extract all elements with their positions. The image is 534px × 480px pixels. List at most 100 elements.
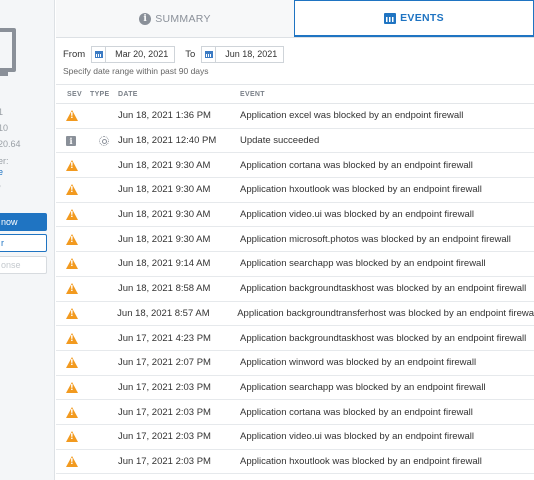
tab-events[interactable]: EVENTS [294,0,534,37]
warning-icon [66,233,78,245]
table-row[interactable]: Jun 17, 2021 2:03 PM Application cortana … [56,400,534,425]
event-cell: Application microsoft.photos was blocked… [240,233,511,245]
warning-icon [66,431,78,443]
device-meta-3: 20.64 [0,139,21,149]
sev-cell [56,307,90,319]
date-cell: Jun 17, 2021 2:03 PM [118,455,211,467]
tab-summary[interactable]: i SUMMARY [56,0,294,37]
event-cell: Application video.ui was blocked by an e… [240,209,474,221]
from-label: From [63,48,86,60]
warning-icon [66,283,78,295]
warning-icon [66,209,78,221]
event-cell: Application excel was blocked by an endp… [240,110,464,122]
device-meta-link[interactable]: e [0,167,3,177]
table-row[interactable]: Jun 17, 2021 4:23 PM Application backgrou… [56,326,534,351]
col-type[interactable]: TYPE [90,91,117,98]
event-cell: Application cortana was blocked by an en… [240,406,473,418]
primary-action-button[interactable]: now [0,213,47,231]
sev-cell [56,431,90,443]
disabled-action-button: onse [0,256,47,274]
col-sev[interactable]: SEV [56,91,90,98]
sev-cell [56,110,90,122]
date-cell: Jun 17, 2021 2:03 PM [118,406,211,418]
sev-cell [56,184,90,196]
computer-icon [0,28,16,72]
sev-cell [56,159,90,171]
date-cell: Jun 18, 2021 8:57 AM [117,307,210,319]
table-row[interactable]: Jun 18, 2021 8:57 AM Application backgrou… [56,302,534,327]
date-cell: Jun 18, 2021 12:40 PM [118,135,217,147]
table-row[interactable]: Jun 18, 2021 9:30 AM Application cortana … [56,153,534,179]
warning-icon [66,258,78,270]
secondary-action-button[interactable]: r [0,234,47,252]
device-meta-1: 1 [0,107,3,117]
tab-events-label: EVENTS [400,12,444,24]
date-cell: Jun 17, 2021 2:03 PM [118,431,211,443]
warning-icon [66,184,78,196]
date-cell: Jun 18, 2021 1:36 PM [118,110,211,122]
events-table-header: SEV TYPE DATE EVENT [56,84,534,104]
date-filter: From Mar 20, 2021 To Jun 18, 2021 [63,45,294,63]
event-cell: Application hxoutlook was blocked by an … [240,184,482,196]
col-date[interactable]: DATE [117,91,240,98]
date-cell: Jun 18, 2021 9:30 AM [118,209,211,221]
event-cell: Application backgroundtaskhost was block… [240,332,527,344]
tab-bar: i SUMMARY EVENTS [56,0,534,38]
table-row[interactable]: Jun 17, 2021 2:03 PM Application hxoutloo… [56,450,534,475]
date-cell: Jun 18, 2021 9:14 AM [118,258,211,270]
sev-cell [56,381,90,393]
event-cell: Application searchapp was blocked by an … [240,381,486,393]
table-row[interactable]: Jun 18, 2021 9:30 AM Application video.ui… [56,203,534,228]
date-range-hint: Specify date range within past 90 days [63,66,209,76]
event-cell: Application backgroundtaskhost was block… [240,283,527,295]
table-row[interactable]: Jun 18, 2021 1:36 PM Application excel wa… [56,104,534,129]
calendar-icon [384,12,397,24]
events-table-body: Jun 18, 2021 1:36 PM Application excel wa… [56,104,534,475]
table-row[interactable]: Jun 17, 2021 2:07 PM Application winword … [56,351,534,376]
sev-cell [56,332,90,344]
device-meta-4: er: [0,156,9,166]
date-cell: Jun 18, 2021 9:30 AM [118,159,211,171]
warning-icon [66,357,78,369]
sev-cell [56,455,90,467]
sev-cell [56,357,90,369]
warning-icon [66,455,78,467]
date-cell: Jun 18, 2021 8:58 AM [118,283,211,295]
sev-cell: i [56,135,90,146]
table-row[interactable]: Jun 17, 2021 2:03 PM Application searchap… [56,376,534,401]
gear-icon [98,135,109,146]
warning-icon [66,110,78,122]
event-cell: Application cortana was blocked by an en… [240,159,473,171]
tab-summary-label: SUMMARY [155,12,211,25]
sev-cell [56,233,90,245]
col-event[interactable]: EVENT [240,91,534,98]
table-row[interactable]: Jun 18, 2021 9:30 AM Application hxoutloo… [56,178,534,203]
sev-cell [56,283,90,295]
event-cell: Application hxoutlook was blocked by an … [240,455,482,467]
device-panel: 1 10 20.64 er: e / now r onse [0,0,55,480]
table-row[interactable]: i Jun 18, 2021 12:40 PM Update succeeded [56,129,534,154]
date-cell: Jun 17, 2021 4:23 PM [118,332,211,344]
date-cell: Jun 17, 2021 2:03 PM [118,381,211,393]
table-row[interactable]: Jun 17, 2021 2:03 PM Application video.ui… [56,425,534,450]
event-cell: Application winword was blocked by an en… [240,357,477,369]
info-icon: i [66,135,76,146]
event-cell: Update succeeded [240,135,320,147]
type-cell [90,135,117,146]
date-cell: Jun 17, 2021 2:07 PM [118,357,211,369]
table-row[interactable]: Jun 18, 2021 8:58 AM Application backgrou… [56,277,534,302]
device-meta-6: / [0,184,1,194]
event-cell: Application video.ui was blocked by an e… [240,431,474,443]
date-cell: Jun 18, 2021 9:30 AM [118,184,211,196]
to-date-field[interactable]: Jun 18, 2021 [201,45,285,63]
warning-icon [66,159,78,171]
from-date-field[interactable]: Mar 20, 2021 [91,45,176,63]
to-date-value: Jun 18, 2021 [225,49,278,59]
table-row[interactable]: Jun 18, 2021 9:14 AM Application searchap… [56,252,534,277]
sev-cell [56,258,90,270]
table-row[interactable]: Jun 18, 2021 9:30 AM Application microsof… [56,227,534,253]
warning-icon [66,332,78,344]
from-calendar-icon[interactable] [92,46,107,62]
warning-icon [66,406,78,418]
to-calendar-icon[interactable] [202,46,217,62]
